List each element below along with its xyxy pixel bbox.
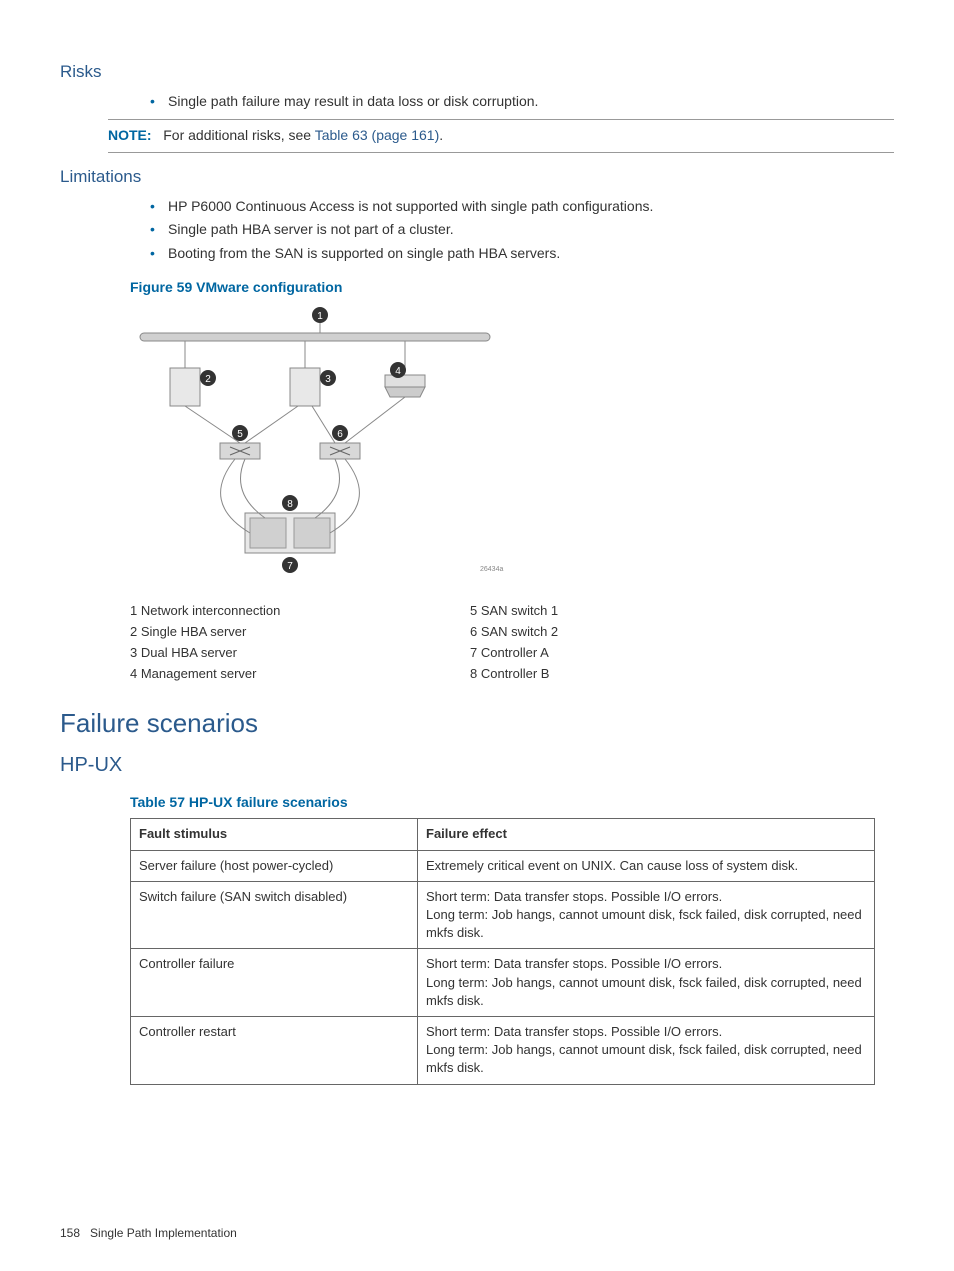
- table-cell: Short term: Data transfer stops. Possibl…: [418, 949, 875, 1017]
- svg-text:4: 4: [395, 366, 401, 377]
- limitations-heading: Limitations: [60, 165, 894, 189]
- table-cell: Controller restart: [131, 1016, 418, 1084]
- legend-item: 5 SAN switch 1: [470, 602, 810, 620]
- svg-text:5: 5: [237, 429, 243, 440]
- risks-list: Single path failure may result in data l…: [60, 92, 894, 112]
- svg-text:2: 2: [205, 374, 211, 385]
- table-caption: Table 57 HP-UX failure scenarios: [130, 793, 894, 813]
- list-item: Booting from the SAN is supported on sin…: [150, 244, 894, 264]
- figure-id: 26434a: [480, 566, 503, 573]
- list-item: Single path HBA server is not part of a …: [150, 220, 894, 240]
- failure-table: Fault stimulus Failure effect Server fai…: [130, 818, 875, 1084]
- table-row: Controller failure Short term: Data tran…: [131, 949, 875, 1017]
- note-label: NOTE:: [108, 127, 152, 143]
- page-footer: 158 Single Path Implementation: [60, 1225, 894, 1242]
- hpux-heading: HP-UX: [60, 751, 894, 779]
- footer-title: Single Path Implementation: [90, 1226, 237, 1240]
- figure-diagram: 1 2 3 4 5 6 8 7 26434a: [130, 303, 894, 589]
- table-row: Server failure (host power-cycled) Extre…: [131, 850, 875, 881]
- list-item: Single path failure may result in data l…: [150, 92, 894, 112]
- table-cell: Short term: Data transfer stops. Possibl…: [418, 1016, 875, 1084]
- legend-item: 6 SAN switch 2: [470, 623, 810, 641]
- limitations-list: HP P6000 Continuous Access is not suppor…: [60, 197, 894, 264]
- svg-text:3: 3: [325, 374, 331, 385]
- table-header: Fault stimulus: [131, 819, 418, 850]
- table-cell: Controller failure: [131, 949, 418, 1017]
- table-cell: Extremely critical event on UNIX. Can ca…: [418, 850, 875, 881]
- note-link[interactable]: Table 63 (page 161): [315, 127, 440, 143]
- svg-text:1: 1: [317, 311, 323, 322]
- table-row: Switch failure (SAN switch disabled) Sho…: [131, 881, 875, 949]
- svg-text:6: 6: [337, 429, 343, 440]
- table-row: Controller restart Short term: Data tran…: [131, 1016, 875, 1084]
- table-cell: Switch failure (SAN switch disabled): [131, 881, 418, 949]
- figure-legend: 1 Network interconnection 2 Single HBA s…: [130, 599, 894, 687]
- note-text: For additional risks, see: [163, 127, 314, 143]
- figure-caption: Figure 59 VMware configuration: [130, 278, 894, 298]
- failure-heading: Failure scenarios: [60, 705, 894, 741]
- legend-item: 8 Controller B: [470, 665, 810, 683]
- legend-item: 3 Dual HBA server: [130, 644, 470, 662]
- table-cell: Short term: Data transfer stops. Possibl…: [418, 881, 875, 949]
- legend-item: 1 Network interconnection: [130, 602, 470, 620]
- legend-item: 4 Management server: [130, 665, 470, 683]
- note-box: NOTE: For additional risks, see Table 63…: [108, 119, 894, 153]
- svg-text:7: 7: [287, 561, 293, 572]
- note-text-after: .: [439, 127, 443, 143]
- legend-item: 2 Single HBA server: [130, 623, 470, 641]
- table-header: Failure effect: [418, 819, 875, 850]
- page-number: 158: [60, 1226, 80, 1240]
- svg-text:8: 8: [287, 499, 293, 510]
- table-cell: Server failure (host power-cycled): [131, 850, 418, 881]
- risks-heading: Risks: [60, 60, 894, 84]
- list-item: HP P6000 Continuous Access is not suppor…: [150, 197, 894, 217]
- legend-item: 7 Controller A: [470, 644, 810, 662]
